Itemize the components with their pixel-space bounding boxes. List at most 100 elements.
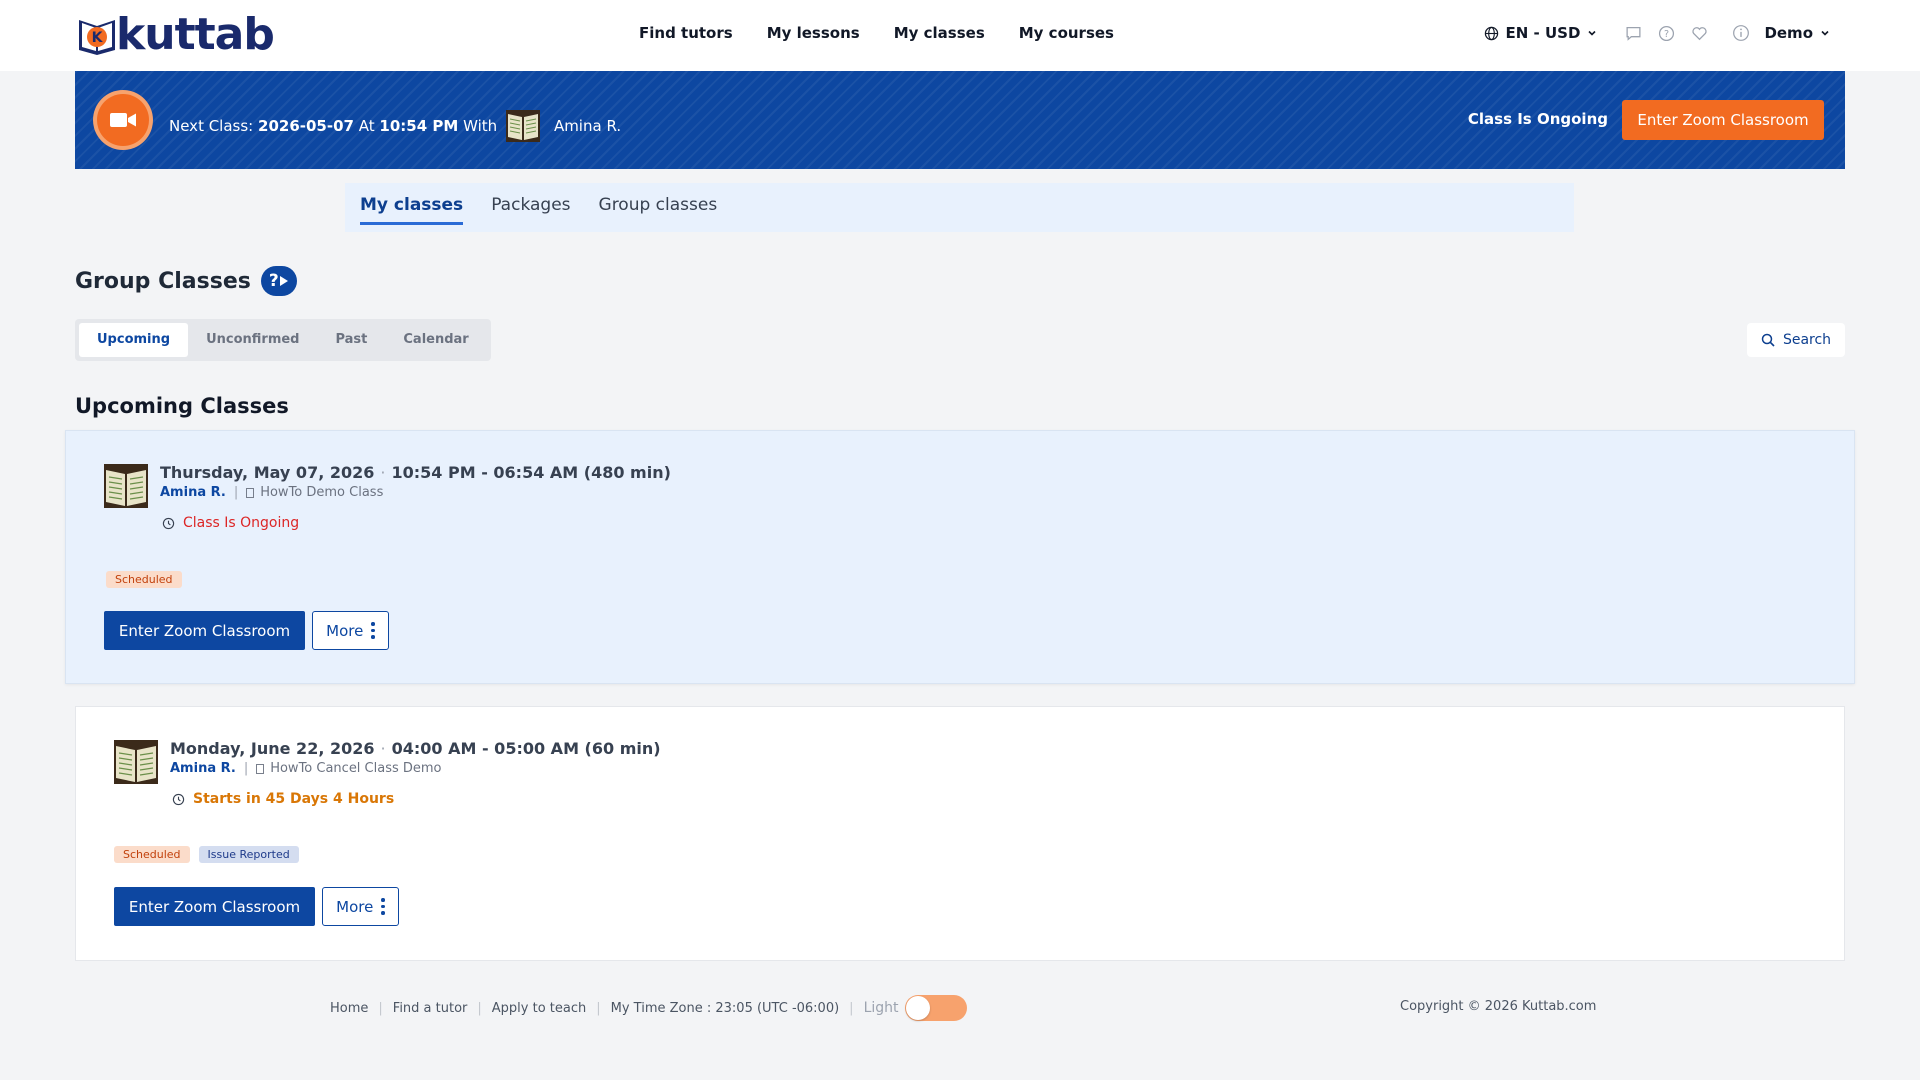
header-right: EN - USD ? Demo	[1484, 24, 1830, 42]
search-button[interactable]: Search	[1747, 323, 1845, 357]
footer: Home | Find a tutor | Apply to teach | M…	[330, 995, 967, 1021]
enter-zoom-button[interactable]: Enter Zoom Classroom	[114, 887, 315, 926]
footer-link-find-tutor[interactable]: Find a tutor	[393, 1001, 468, 1016]
upcoming-classes-heading: Upcoming Classes	[75, 394, 289, 418]
document-icon	[256, 763, 265, 774]
class-status: Class Is Ongoing	[162, 515, 299, 531]
page-title: Group Classes ?	[75, 266, 297, 296]
class-meta: Amina R. | HowTo Cancel Class Demo	[170, 761, 442, 776]
class-card: Monday, June 22, 2026 · 04:00 AM - 05:00 A…	[75, 706, 1845, 961]
more-button[interactable]: More	[312, 611, 389, 650]
svg-text:?: ?	[1664, 29, 1669, 40]
class-status-text: Starts in 45 Days 4 Hours	[193, 791, 395, 807]
tab-packages[interactable]: Packages	[491, 183, 570, 225]
next-class-with: With	[463, 117, 498, 135]
theme-label: Light	[863, 1000, 899, 1016]
banner-enter-zoom-button[interactable]: Enter Zoom Classroom	[1622, 100, 1824, 140]
class-tutor-link[interactable]: Amina R.	[170, 761, 236, 776]
class-date-time: Monday, June 22, 2026 · 04:00 AM - 05:00 A…	[170, 739, 661, 758]
next-class-time: 10:54 PM	[379, 117, 459, 135]
logo-book-icon: K	[79, 20, 115, 55]
class-card: Thursday, May 07, 2026 · 10:54 PM - 06:54 …	[65, 430, 1855, 684]
nav-find-tutors[interactable]: Find tutors	[639, 24, 733, 42]
tutor-avatar[interactable]	[104, 464, 148, 508]
next-class-info: Next Class: 2026-05-07 At 10:54 PM With …	[169, 110, 621, 142]
top-header: K kuttab Find tutors My lessons My class…	[0, 0, 1920, 71]
help-video-button[interactable]: ?	[260, 266, 297, 296]
class-title: HowTo Demo Class	[260, 485, 384, 500]
info-icon[interactable]	[1732, 24, 1750, 42]
segment-past[interactable]: Past	[317, 323, 385, 357]
user-menu[interactable]: Demo	[1764, 24, 1830, 42]
help-icon[interactable]: ?	[1658, 25, 1675, 42]
segment-calendar[interactable]: Calendar	[385, 323, 486, 357]
more-label: More	[336, 897, 374, 916]
more-label: More	[326, 621, 364, 640]
chat-icon[interactable]	[1625, 25, 1642, 42]
theme-toggle[interactable]	[904, 995, 967, 1021]
class-title: HowTo Cancel Class Demo	[270, 761, 442, 776]
language-currency-selector[interactable]: EN - USD	[1484, 24, 1598, 42]
status-badge: Scheduled	[114, 846, 190, 863]
help-question-label: ?	[268, 271, 279, 291]
user-name: Demo	[1764, 24, 1813, 42]
footer-link-home[interactable]: Home	[330, 1001, 368, 1016]
page-title-text: Group Classes	[75, 268, 251, 294]
next-class-at: At	[358, 117, 375, 135]
nav-my-courses[interactable]: My courses	[1019, 24, 1114, 42]
tutor-avatar	[505, 110, 540, 142]
next-class-banner: Next Class: 2026-05-07 At 10:54 PM With …	[75, 71, 1845, 169]
next-class-prefix: Next Class:	[169, 117, 254, 135]
segment-unconfirmed[interactable]: Unconfirmed	[188, 323, 317, 357]
globe-icon	[1484, 26, 1498, 40]
search-label: Search	[1782, 332, 1832, 348]
footer-link-apply[interactable]: Apply to teach	[492, 1001, 586, 1016]
more-vertical-icon	[381, 898, 385, 915]
class-time: 10:54 PM - 06:54 AM (480 min)	[391, 463, 671, 482]
status-badge: Scheduled	[106, 571, 182, 588]
more-button[interactable]: More	[322, 887, 399, 926]
enter-zoom-button[interactable]: Enter Zoom Classroom	[104, 611, 305, 650]
nav-my-lessons[interactable]: My lessons	[767, 24, 860, 42]
class-date: Thursday, May 07, 2026	[160, 463, 375, 482]
play-icon	[279, 276, 288, 286]
video-camera-badge	[93, 90, 153, 150]
class-filter-segments: Upcoming Unconfirmed Past Calendar	[75, 319, 491, 361]
language-label: EN - USD	[1505, 24, 1581, 42]
class-status-text: Class Is Ongoing	[183, 515, 300, 531]
copyright-text: Copyright © 2026 Kuttab.com	[1400, 999, 1597, 1014]
main-nav: Find tutors My lessons My classes My cou…	[639, 24, 1114, 42]
logo-text: kuttab	[116, 9, 275, 60]
class-badges: Scheduled	[106, 571, 182, 588]
class-status: Starts in 45 Days 4 Hours	[172, 791, 394, 807]
chevron-down-icon	[1588, 30, 1597, 36]
banner-class-status: Class Is Ongoing	[1467, 110, 1608, 128]
class-badges: Scheduled Issue Reported	[114, 846, 299, 863]
header-icons: ?	[1625, 25, 1708, 42]
next-class-tutor[interactable]: Amina R.	[554, 117, 621, 135]
clock-icon	[162, 517, 175, 529]
segment-upcoming[interactable]: Upcoming	[79, 323, 189, 357]
tab-group-classes[interactable]: Group classes	[599, 183, 718, 225]
class-time: 04:00 AM - 05:00 AM (60 min)	[391, 739, 661, 758]
chevron-down-icon	[1821, 30, 1829, 36]
tutor-avatar[interactable]	[114, 740, 158, 784]
class-meta: Amina R. | HowTo Demo Class	[160, 485, 384, 500]
search-icon	[1761, 333, 1775, 347]
tab-my-classes[interactable]: My classes	[360, 183, 464, 225]
classes-tab-bar: My classes Packages Group classes	[345, 183, 1574, 232]
document-icon	[246, 487, 255, 498]
kuttab-logo[interactable]: K kuttab	[76, 9, 275, 60]
issue-badge: Issue Reported	[198, 846, 299, 863]
class-date-time: Thursday, May 07, 2026 · 10:54 PM - 06:54 …	[160, 463, 671, 482]
nav-my-classes[interactable]: My classes	[894, 24, 985, 42]
more-vertical-icon	[371, 622, 375, 639]
heart-icon[interactable]	[1691, 25, 1708, 42]
class-tutor-link[interactable]: Amina R.	[160, 485, 226, 500]
svg-text:K: K	[92, 30, 104, 46]
clock-icon	[172, 793, 185, 805]
class-date: Monday, June 22, 2026	[170, 739, 375, 758]
video-camera-icon	[110, 113, 136, 127]
next-class-date: 2026-05-07	[258, 117, 354, 135]
footer-timezone[interactable]: My Time Zone : 23:05 (UTC -06:00)	[611, 1001, 840, 1016]
